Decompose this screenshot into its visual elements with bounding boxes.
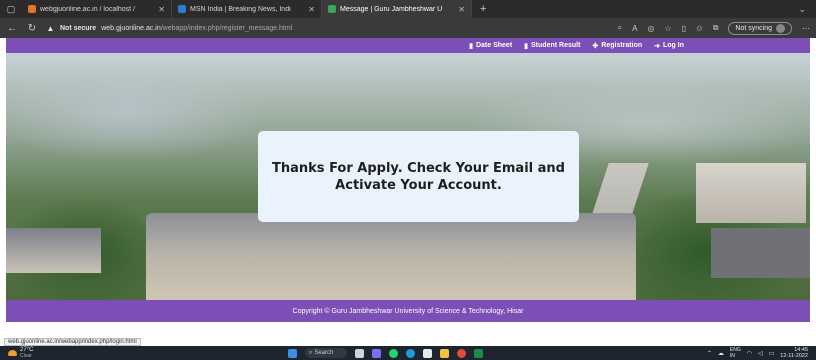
address-bar: ← ↻ ▲ Not secure web.gjuonline.ac.in/web…: [0, 18, 816, 38]
new-tab-icon[interactable]: +: [472, 3, 494, 15]
url-text: web.gjuonline.ac.in/webapp/index.php/reg…: [101, 25, 292, 32]
language-sub-label: IN: [729, 353, 735, 359]
document-icon: ▮: [469, 42, 473, 50]
nav-link-date-sheet[interactable]: ▮ Date Sheet: [469, 42, 512, 50]
warning-icon: ▲: [46, 23, 55, 33]
nav-link-label: Date Sheet: [475, 42, 513, 49]
chevron-down-icon[interactable]: ⌄: [798, 4, 816, 15]
copyright-text: Copyright © Guru Jambheshwar University …: [292, 307, 524, 315]
url-host: web.gjuonline.ac.in: [101, 24, 161, 32]
taskbar-apps: ⌕ Search: [288, 346, 483, 360]
favorite-icon[interactable]: ☆: [664, 24, 671, 33]
close-tab-icon[interactable]: ✕: [308, 5, 315, 14]
nav-link-log-in[interactable]: ➜ Log In: [654, 42, 684, 50]
favorites-icon[interactable]: ✩: [696, 24, 703, 33]
store-icon[interactable]: [423, 348, 432, 358]
edge-icon[interactable]: [406, 348, 415, 358]
split-screen-icon[interactable]: ▯: [682, 24, 686, 33]
url-input[interactable]: ▲ Not secure web.gjuonline.ac.in/webapp/…: [46, 21, 610, 35]
url-path: /webapp/index.php/register_message.html: [160, 24, 293, 32]
tab-label: webgjuonline.ac.in / localhost /: [40, 5, 135, 13]
browser-tab-bar: ▢ webgjuonline.ac.in / localhost / ✕ MSN…: [0, 0, 816, 18]
system-tray: ⌃ ☁ ENG IN ◠ ◁ ▭ 14:45 12-11-2022: [707, 346, 808, 360]
wifi-icon[interactable]: ◠: [747, 350, 752, 357]
chevron-up-icon[interactable]: ⌃: [707, 350, 712, 357]
tab-label: Message | Guru Jambheshwar U: [340, 5, 443, 13]
refresh-icon[interactable]: ↻: [26, 23, 38, 34]
battery-icon[interactable]: ▭: [769, 350, 775, 357]
browser-toolbar: ⌕ A ◎ ☆ ▯ ✩ ⧉ Not syncing ⋯: [618, 21, 810, 35]
campus-parking: [711, 228, 810, 278]
read-aloud-icon[interactable]: A: [632, 24, 637, 33]
nav-link-label: Log In: [663, 42, 684, 49]
nav-link-label: Student Result: [531, 42, 581, 49]
sync-button[interactable]: Not syncing: [728, 21, 792, 35]
sync-label: Not syncing: [735, 24, 772, 32]
weather-widget[interactable]: 27°C Clear: [0, 347, 33, 359]
search-icon: ⌕: [309, 349, 313, 356]
site-footer: Copyright © Guru Jambheshwar University …: [6, 300, 810, 322]
tab-favicon-icon: [328, 5, 336, 13]
more-options-icon[interactable]: ⋯: [802, 24, 810, 33]
avatar: [776, 23, 785, 33]
collections-icon[interactable]: ⧉: [713, 23, 719, 33]
back-icon[interactable]: ←: [6, 23, 18, 34]
search-icon[interactable]: ◎: [647, 24, 654, 33]
status-url: web.gjuonline.ac.in/webapp/index.php/log…: [4, 338, 141, 346]
task-view-icon[interactable]: [355, 348, 364, 358]
site-top-nav: ▮ Date Sheet ▮ Student Result ✚ Registratio…: [6, 38, 810, 53]
taskbar-search[interactable]: ⌕ Search: [305, 348, 347, 358]
registration-message-box: Thanks For Apply. Check Your Email and A…: [258, 131, 579, 222]
weather-icon: [8, 350, 17, 356]
search-label: Search: [314, 350, 334, 356]
file-explorer-icon[interactable]: [440, 348, 449, 358]
taskbar-clock[interactable]: 14:45 12-11-2022: [780, 347, 808, 359]
weather-desc: Clear: [20, 353, 32, 359]
chat-icon[interactable]: [372, 348, 381, 358]
chrome-icon[interactable]: [457, 348, 466, 358]
registration-message: Thanks For Apply. Check Your Email and A…: [272, 160, 565, 193]
browser-tab-3[interactable]: Message | Guru Jambheshwar U ✕: [322, 0, 472, 18]
login-icon: ➜: [654, 42, 660, 50]
close-tab-icon[interactable]: ✕: [158, 5, 165, 14]
excel-icon[interactable]: [474, 348, 483, 358]
tab-favicon-icon: [178, 5, 186, 13]
user-plus-icon: ✚: [592, 42, 599, 50]
clock-date: 12-11-2022: [780, 353, 808, 359]
tab-actions-icon[interactable]: ▢: [0, 0, 22, 18]
document-icon: ▮: [524, 42, 529, 50]
nav-link-student-result[interactable]: ▮ Student Result: [524, 42, 580, 50]
tab-favicon-icon: [28, 5, 36, 13]
campus-building-left: [6, 228, 101, 273]
nav-link-label: Registration: [601, 42, 643, 49]
start-icon[interactable]: [288, 348, 297, 358]
whatsapp-icon[interactable]: [389, 348, 398, 358]
browser-tab-2[interactable]: MSN India | Breaking News, Indi ✕: [172, 0, 322, 18]
windows-taskbar: 27°C Clear ⌕ Search ⌃ ☁ ENG IN ◠ ◁ ▭ 14:4…: [0, 346, 816, 360]
security-label: Not secure: [60, 24, 97, 32]
volume-icon[interactable]: ◁: [758, 350, 763, 357]
campus-main-building: [146, 185, 636, 300]
zoom-icon[interactable]: ⌕: [618, 23, 622, 33]
browser-tab-1[interactable]: webgjuonline.ac.in / localhost / ✕: [22, 0, 172, 18]
tab-label: MSN India | Breaking News, Indi: [190, 5, 291, 13]
close-tab-icon[interactable]: ✕: [458, 5, 465, 14]
cloud-icon[interactable]: ☁: [718, 350, 724, 357]
nav-link-registration[interactable]: ✚ Registration: [592, 42, 642, 50]
campus-building-right: [696, 163, 806, 223]
